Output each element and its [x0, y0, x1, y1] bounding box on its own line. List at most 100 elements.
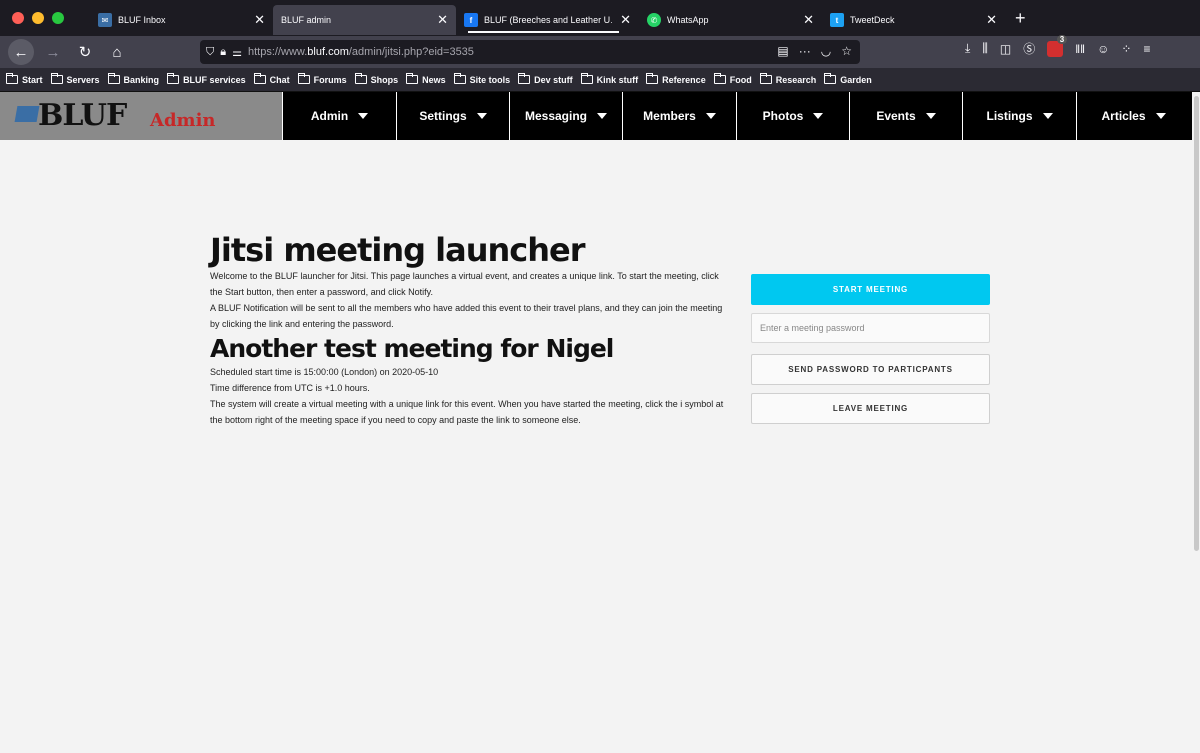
- bookmark-label: Site tools: [469, 74, 511, 85]
- reload-icon[interactable]: ↻: [72, 39, 98, 65]
- tab-bluf-facebook[interactable]: f BLUF (Breeches and Leather U… ✕: [456, 5, 639, 35]
- menu-hamburger-icon[interactable]: ≡: [1143, 42, 1150, 56]
- menu-settings[interactable]: Settings: [396, 92, 509, 140]
- folder-icon: [167, 73, 180, 84]
- folder-icon: [580, 73, 593, 84]
- tab-tweetdeck[interactable]: t TweetDeck ✕: [822, 5, 1005, 35]
- menu-label: Members: [643, 109, 696, 123]
- address-bar-actions: ▤ ··· ◡ ☆: [777, 44, 852, 58]
- folder-icon: [713, 73, 726, 84]
- schedule-text: Scheduled start time is 15:00:00 (London…: [210, 367, 439, 377]
- folder-icon: [406, 73, 419, 84]
- bookmark-folder-news[interactable]: News: [406, 73, 446, 85]
- bookmark-folder-banking[interactable]: Banking: [107, 73, 160, 85]
- address-bar[interactable]: ⛉ 🔒︎ ⚌ https://www. bluf.com/admin/jitsi.…: [200, 40, 860, 64]
- menu-label: Articles: [1101, 109, 1146, 123]
- forward-arrow-icon[interactable]: →: [40, 39, 66, 65]
- minimize-window-button[interactable]: [32, 12, 44, 24]
- zoom-window-button[interactable]: [52, 12, 64, 24]
- tab-label: BLUF Inbox: [118, 15, 166, 25]
- bookmark-star-icon[interactable]: ☆: [841, 44, 852, 58]
- page-actions-icon[interactable]: ···: [799, 44, 811, 58]
- close-tab-icon[interactable]: ✕: [437, 12, 448, 28]
- menu-events[interactable]: Events: [849, 92, 962, 140]
- close-tab-icon[interactable]: ✕: [620, 12, 631, 28]
- facebook-icon: f: [464, 13, 478, 27]
- caret-down-icon: [705, 113, 716, 119]
- send-password-button[interactable]: SEND PASSWORD TO PARTICPANTS: [751, 354, 990, 385]
- reader-view-icon[interactable]: ▤: [777, 44, 788, 58]
- menu-label: Admin: [310, 109, 349, 123]
- tab-label: BLUF admin: [281, 15, 332, 25]
- caret-down-icon: [1155, 113, 1166, 119]
- close-tab-icon[interactable]: ✕: [803, 12, 814, 28]
- bookmark-folder-garden[interactable]: Garden: [824, 73, 872, 85]
- bookmark-label: Start: [22, 74, 43, 85]
- menu-articles[interactable]: Articles: [1076, 92, 1190, 140]
- url-host: bluf.com: [307, 46, 349, 58]
- menu-label: Photos: [762, 109, 804, 123]
- download-icon[interactable]: ⤓: [965, 41, 970, 56]
- tab-bluf-inbox[interactable]: ✉ BLUF Inbox ✕: [90, 5, 273, 35]
- close-tab-icon[interactable]: ✕: [254, 12, 265, 28]
- sidebar-icon[interactable]: ◫: [1000, 42, 1011, 56]
- extension-bars-icon[interactable]: ǁǁ: [1075, 42, 1085, 56]
- whatsapp-icon: ✆: [647, 13, 661, 27]
- folder-icon: [518, 73, 531, 84]
- bookmark-folder-research[interactable]: Research: [759, 73, 817, 85]
- bookmark-folder-servers[interactable]: Servers: [50, 73, 100, 85]
- bookmark-folder-chat[interactable]: Chat: [253, 73, 290, 85]
- menu-members[interactable]: Members: [622, 92, 736, 140]
- bookmark-label: Banking: [123, 74, 160, 85]
- extension-s-icon[interactable]: Ⓢ: [1023, 40, 1035, 57]
- extension-grid-icon[interactable]: ⁘: [1121, 42, 1131, 56]
- meeting-password-input[interactable]: [751, 313, 990, 343]
- account-icon[interactable]: ☺: [1097, 42, 1109, 56]
- close-tab-icon[interactable]: ✕: [986, 12, 997, 28]
- caret-down-icon: [597, 113, 607, 119]
- browser-toolbar: ← → ↻ ⌂ ⛉ 🔒︎ ⚌ https://www. bluf.com/admi…: [0, 34, 1200, 68]
- home-icon[interactable]: ⌂: [104, 39, 130, 65]
- browser-tab-strip: ✉ BLUF Inbox ✕ BLUF admin ✕ f BLUF (Bree…: [0, 0, 1200, 36]
- bookmark-label: Servers: [66, 74, 100, 85]
- bookmark-label: Food: [729, 74, 752, 85]
- bookmark-label: Dev stuff: [534, 74, 573, 85]
- bookmark-folder-start[interactable]: Start: [6, 73, 43, 85]
- shield-icon[interactable]: ⛉: [206, 46, 214, 59]
- bookmark-folder-bluf-services[interactable]: BLUF services: [167, 73, 246, 85]
- bookmark-folder-shops[interactable]: Shops: [354, 73, 398, 85]
- bookmark-folder-dev-stuff[interactable]: Dev stuff: [518, 73, 573, 85]
- folder-icon: [453, 73, 466, 84]
- extension-badge-icon[interactable]: 3: [1047, 34, 1068, 57]
- library-icon[interactable]: ⫼: [982, 41, 988, 56]
- caret-down-icon: [925, 113, 936, 119]
- bookmark-folder-reference[interactable]: Reference: [646, 73, 706, 85]
- leave-meeting-button[interactable]: LEAVE MEETING: [751, 393, 990, 424]
- bookmark-folder-kink-stuff[interactable]: Kink stuff: [580, 73, 638, 85]
- menu-listings[interactable]: Listings: [962, 92, 1076, 140]
- scrollbar-thumb[interactable]: [1194, 96, 1199, 551]
- bookmark-folder-forums[interactable]: Forums: [297, 73, 347, 85]
- bookmark-folder-food[interactable]: Food: [713, 73, 752, 85]
- menu-photos[interactable]: Photos: [736, 92, 849, 140]
- main-content: Jitsi meeting launcher Welcome to the BL…: [210, 232, 730, 428]
- event-title: Another test meeting for Nigel: [210, 334, 614, 363]
- bookmark-label: Research: [775, 74, 817, 85]
- menu-admin[interactable]: Admin: [282, 92, 396, 140]
- tab-whatsapp[interactable]: ✆ WhatsApp ✕: [639, 5, 822, 35]
- intro-text: Welcome to the BLUF launcher for Jitsi. …: [210, 271, 719, 297]
- start-meeting-button[interactable]: START MEETING: [751, 274, 990, 305]
- tab-bluf-admin[interactable]: BLUF admin ✕: [273, 5, 456, 35]
- web-page: BLUF Admin Admin Settings Messaging Memb…: [0, 92, 1200, 753]
- site-logo[interactable]: BLUF Admin: [0, 92, 282, 140]
- bookmark-folder-site-tools[interactable]: Site tools: [453, 73, 511, 85]
- folder-icon: [759, 73, 772, 84]
- pocket-icon[interactable]: ◡: [821, 44, 831, 58]
- back-arrow-icon[interactable]: ←: [8, 39, 34, 65]
- page-scrollbar[interactable]: [1192, 92, 1200, 753]
- new-tab-icon[interactable]: +: [1015, 8, 1026, 29]
- menu-messaging[interactable]: Messaging: [509, 92, 622, 140]
- close-window-button[interactable]: [12, 12, 24, 24]
- lock-icon[interactable]: 🔒︎: [220, 46, 226, 59]
- permissions-icon[interactable]: ⚌: [232, 46, 242, 59]
